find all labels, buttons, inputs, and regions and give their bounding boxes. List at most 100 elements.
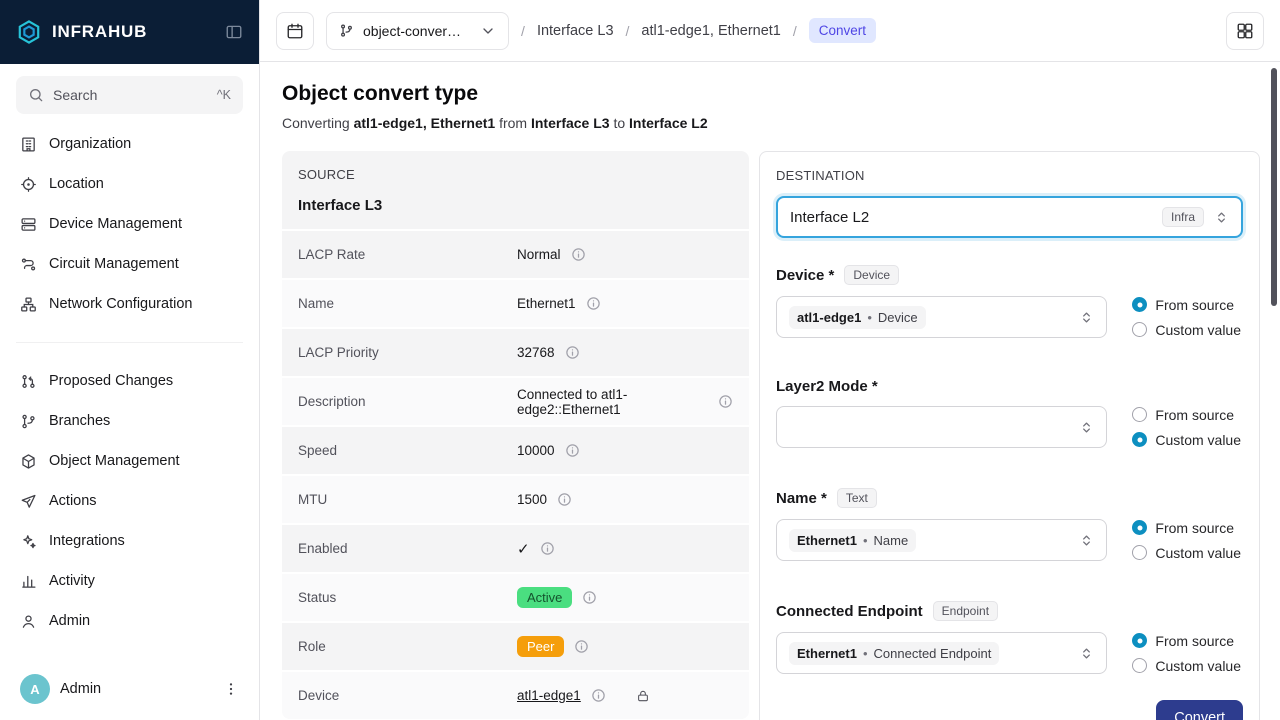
nav-divider	[16, 342, 243, 343]
sidebar-item-device-management[interactable]: Device Management	[8, 204, 251, 244]
destination-schema-select[interactable]: Interface L2 Infra	[776, 196, 1243, 238]
sidebar-item-label: Integrations	[49, 533, 125, 549]
source-panel: SOURCE Interface L3 LACP Rate Normal Nam…	[282, 151, 749, 719]
user-menu-button[interactable]	[223, 681, 239, 697]
info-icon[interactable]	[586, 296, 601, 311]
sidebar-item-branches[interactable]: Branches	[8, 401, 251, 441]
sidebar-item-label: Location	[49, 176, 104, 192]
property-row-lacp-rate: LACP Rate Normal	[282, 229, 749, 278]
radio-button	[1132, 658, 1147, 673]
grid-squares-icon	[1236, 22, 1254, 40]
search-input[interactable]: Search ^K	[16, 76, 243, 114]
value-source-radios: From source Custom value	[1132, 407, 1243, 448]
infrahub-logo-icon	[16, 19, 42, 45]
sidebar-item-integrations[interactable]: Integrations	[8, 521, 251, 561]
radio-custom-value[interactable]: Custom value	[1132, 545, 1241, 561]
info-icon[interactable]	[565, 345, 580, 360]
scrollbar-thumb[interactable]	[1271, 68, 1277, 306]
property-row-role: Role Peer	[282, 621, 749, 670]
property-row-speed: Speed 10000	[282, 425, 749, 474]
sidebar-item-network-configuration[interactable]: Network Configuration	[8, 284, 251, 324]
sidebar-item-actions[interactable]: Actions	[8, 481, 251, 521]
value-source-radios: From source Custom value	[1132, 297, 1243, 338]
sidebar-header: INFRAHUB	[0, 0, 259, 64]
branch-name: object-conver…	[363, 23, 461, 39]
namespace-badge: Infra	[1162, 207, 1204, 227]
device-link[interactable]: atl1-edge1	[517, 688, 581, 703]
pull-request-icon	[20, 373, 37, 390]
property-row-status: Status Active	[282, 572, 749, 621]
subtitle-from-schema: Interface L3	[531, 115, 610, 131]
info-icon[interactable]	[591, 688, 606, 703]
kebab-icon	[223, 681, 239, 697]
cube-icon	[20, 453, 37, 470]
breadcrumb-separator: /	[793, 23, 797, 39]
info-icon[interactable]	[574, 639, 589, 654]
radio-custom-value[interactable]: Custom value	[1132, 432, 1241, 448]
info-icon[interactable]	[557, 492, 572, 507]
connected-endpoint-select[interactable]: Ethernet1 • Connected Endpoint	[776, 632, 1107, 674]
radio-from-source[interactable]: From source	[1132, 633, 1241, 649]
sidebar-item-proposed-changes[interactable]: Proposed Changes	[8, 361, 251, 401]
git-branch-icon	[339, 23, 354, 38]
topbar: object-conver… / Interface L3 / atl1-edg…	[260, 0, 1280, 62]
hierarchy-icon	[20, 296, 37, 313]
chevron-up-down-icon	[1079, 646, 1094, 661]
info-icon[interactable]	[582, 590, 597, 605]
property-row-mtu: MTU 1500	[282, 474, 749, 523]
role-badge: Peer	[517, 636, 564, 657]
radio-from-source[interactable]: From source	[1132, 407, 1241, 423]
name-select[interactable]: Ethernet1 • Name	[776, 519, 1107, 561]
sidebar-item-location[interactable]: Location	[8, 164, 251, 204]
field-label: Device *	[776, 267, 834, 284]
selected-value-pill: atl1-edge1 • Device	[789, 306, 926, 329]
sidebar: INFRAHUB Search ^K Organization Location	[0, 0, 260, 720]
components-button[interactable]	[1226, 12, 1264, 50]
sidebar-item-organization[interactable]: Organization	[8, 124, 251, 164]
sidebar-item-object-management[interactable]: Object Management	[8, 441, 251, 481]
sidebar-collapse-button[interactable]	[225, 23, 243, 41]
user-menu[interactable]: A Admin	[0, 658, 259, 720]
sidebar-item-activity[interactable]: Activity	[8, 561, 251, 601]
sidebar-item-label: Organization	[49, 136, 131, 152]
info-icon[interactable]	[565, 443, 580, 458]
selected-value-pill: Ethernet1 • Name	[789, 529, 916, 552]
page-subtitle: Converting atl1-edge1, Ethernet1 from In…	[282, 115, 1260, 131]
breadcrumb-separator: /	[626, 23, 630, 39]
radio-custom-value[interactable]: Custom value	[1132, 658, 1241, 674]
paper-plane-icon	[20, 493, 37, 510]
info-icon[interactable]	[571, 247, 586, 262]
value-source-radios: From source Custom value	[1132, 520, 1243, 561]
convert-button[interactable]: Convert	[1156, 700, 1243, 720]
field-label: Name *	[776, 490, 827, 507]
field-connected-endpoint: Connected Endpoint Endpoint Ethernet1 • …	[776, 601, 1243, 674]
route-icon	[20, 256, 37, 273]
info-icon[interactable]	[540, 541, 555, 556]
device-select[interactable]: atl1-edge1 • Device	[776, 296, 1107, 338]
sidebar-item-admin[interactable]: Admin	[8, 601, 251, 641]
check-icon: ✓	[517, 540, 530, 558]
schedule-button[interactable]	[276, 12, 314, 50]
server-icon	[20, 216, 37, 233]
sidebar-item-label: Proposed Changes	[49, 373, 173, 389]
radio-button	[1132, 633, 1147, 648]
brand-title: INFRAHUB	[52, 22, 215, 42]
source-heading: SOURCE	[298, 167, 733, 182]
chevron-up-down-icon	[1214, 210, 1229, 225]
radio-button	[1132, 407, 1147, 422]
branch-selector[interactable]: object-conver…	[326, 12, 509, 50]
layer2-mode-select[interactable]	[776, 406, 1107, 448]
calendar-icon	[286, 22, 304, 40]
info-icon[interactable]	[718, 394, 733, 409]
breadcrumb-convert-badge[interactable]: Convert	[809, 18, 876, 43]
field-kind-badge: Text	[837, 488, 877, 508]
locate-icon	[20, 176, 37, 193]
radio-from-source[interactable]: From source	[1132, 520, 1241, 536]
radio-from-source[interactable]: From source	[1132, 297, 1241, 313]
field-device: Device * Device atl1-edge1 • Device	[776, 265, 1243, 338]
sidebar-item-circuit-management[interactable]: Circuit Management	[8, 244, 251, 284]
breadcrumb-schema[interactable]: Interface L3	[537, 23, 614, 39]
sidebar-item-label: Branches	[49, 413, 110, 429]
radio-custom-value[interactable]: Custom value	[1132, 322, 1241, 338]
breadcrumb-object[interactable]: atl1-edge1, Ethernet1	[641, 23, 780, 39]
